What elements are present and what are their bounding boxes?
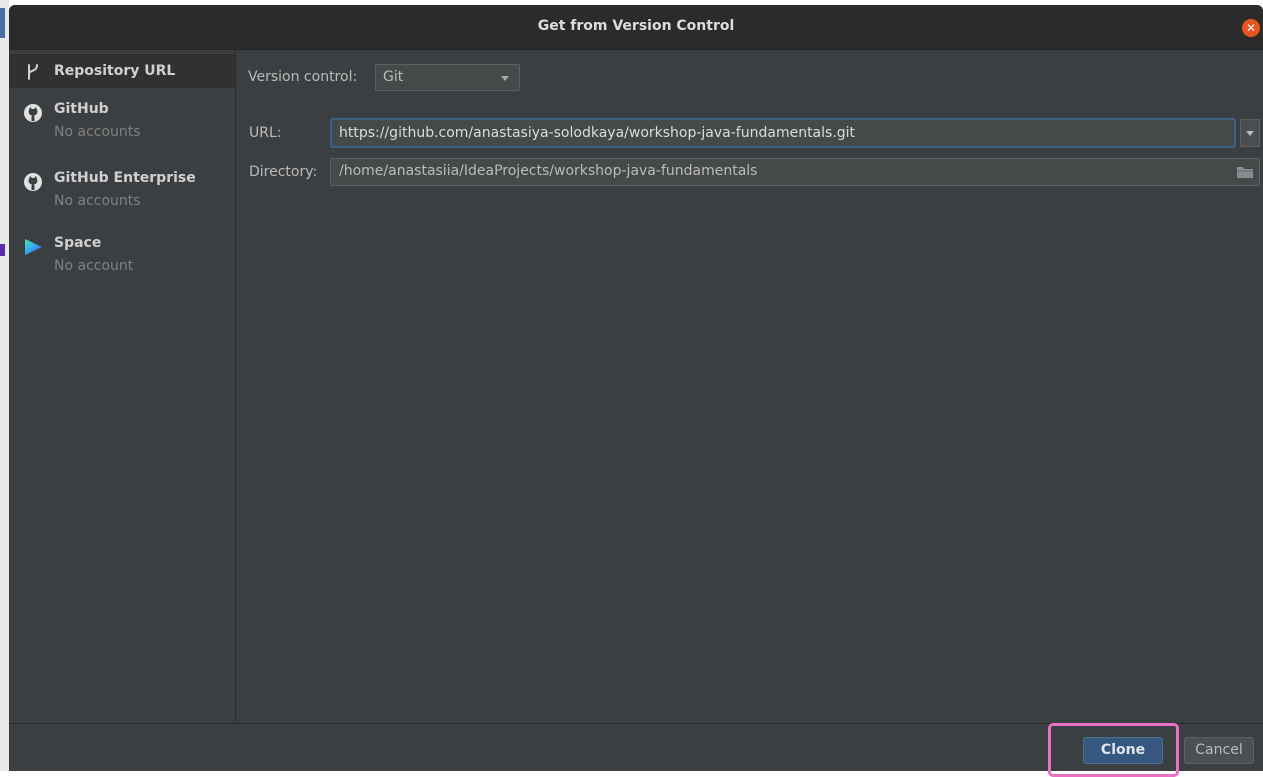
background-window-marker [0, 244, 5, 256]
sidebar: Repository URL GitHub No accounts GitHub… [9, 50, 236, 722]
sidebar-item-github-enterprise[interactable]: GitHub Enterprise No accounts [9, 170, 235, 218]
sidebar-item-label: GitHub [54, 101, 109, 117]
background-window-edge [0, 0, 9, 771]
folder-icon[interactable] [1237, 166, 1253, 178]
close-icon: ✕ [1245, 21, 1257, 35]
sidebar-item-repository-url[interactable]: Repository URL [9, 54, 235, 88]
close-button[interactable]: ✕ [1242, 19, 1260, 37]
space-icon [25, 239, 42, 255]
directory-value: /home/anastasiia/IdeaProjects/workshop-j… [339, 163, 758, 179]
chevron-down-icon [1246, 131, 1254, 136]
url-history-dropdown-button[interactable] [1240, 119, 1260, 147]
version-control-select[interactable]: Git [375, 64, 520, 91]
background-window-marker [0, 8, 5, 38]
sidebar-item-space[interactable]: Space No account [9, 235, 235, 283]
chevron-down-icon [501, 76, 509, 81]
github-icon [24, 173, 42, 191]
version-control-label: Version control: [248, 69, 358, 85]
dialog-titlebar: Get from Version Control ✕ [9, 5, 1263, 50]
main-panel: Version control: Git URL: https://github… [236, 50, 1263, 722]
url-label: URL: [249, 125, 282, 141]
sidebar-item-status: No account [54, 258, 134, 274]
dialog-title: Get from Version Control [537, 18, 735, 34]
url-value: https://github.com/anastasiya-solodkaya/… [339, 125, 856, 141]
sidebar-item-label: GitHub Enterprise [54, 170, 196, 186]
sidebar-item-github[interactable]: GitHub No accounts [9, 101, 235, 149]
url-input[interactable]: https://github.com/anastasiya-solodkaya/… [330, 118, 1236, 148]
branch-icon [28, 64, 38, 80]
directory-input[interactable]: /home/anastasiia/IdeaProjects/workshop-j… [330, 158, 1260, 186]
sidebar-item-status: No accounts [54, 193, 141, 209]
github-icon [24, 104, 42, 122]
version-control-value: Git [383, 69, 404, 85]
directory-label: Directory: [249, 164, 318, 180]
get-from-vcs-dialog: Get from Version Control ✕ Repository UR… [9, 5, 1263, 771]
sidebar-item-status: No accounts [54, 124, 141, 140]
sidebar-item-label: Space [54, 235, 102, 251]
clone-highlight-annotation [1048, 723, 1179, 777]
cancel-button[interactable]: Cancel [1184, 737, 1254, 764]
sidebar-item-label: Repository URL [54, 63, 176, 79]
